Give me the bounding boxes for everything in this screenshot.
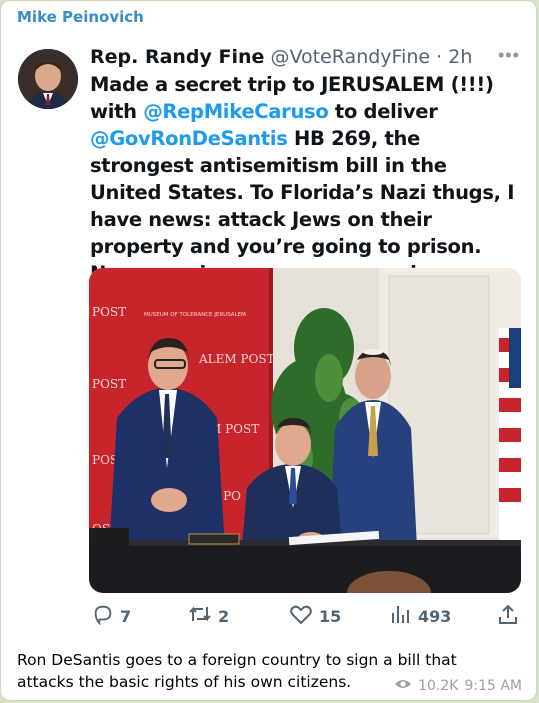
views-icon bbox=[390, 603, 412, 629]
reply-icon bbox=[92, 603, 114, 629]
message-bubble: Mike Peinovich Rep. Randy Fine @VoteRand… bbox=[0, 0, 537, 701]
more-icon[interactable]: ••• bbox=[498, 45, 520, 66]
tweet-text-part: to deliver bbox=[328, 100, 438, 123]
banner-text: POST bbox=[92, 305, 126, 319]
retweet-count: 2 bbox=[218, 606, 230, 626]
views-count: 493 bbox=[418, 606, 452, 626]
message-views: 10.2K bbox=[418, 678, 459, 694]
tweet-screenshot[interactable]: Rep. Randy Fine @VoteRandyFine · 2h ••• … bbox=[1, 31, 536, 641]
share-icon bbox=[497, 603, 519, 629]
tweet-time: 2h bbox=[448, 46, 473, 68]
tweet-text-part: HB 269, the strongest antisemitism bill … bbox=[90, 127, 515, 285]
like-button[interactable]: 15 bbox=[289, 603, 341, 629]
retweet-button[interactable]: 2 bbox=[188, 603, 229, 629]
author-name[interactable]: Rep. Randy Fine bbox=[90, 46, 264, 68]
message-meta: 10.2K 9:15 AM bbox=[394, 678, 522, 694]
views-button[interactable]: 493 bbox=[390, 603, 451, 629]
tweet-header: Rep. Randy Fine @VoteRandyFine · 2h bbox=[90, 46, 472, 68]
retweet-icon bbox=[188, 603, 212, 629]
share-button[interactable] bbox=[497, 603, 519, 629]
mention-link[interactable]: @GovRonDeSantis bbox=[90, 127, 288, 150]
message-time: 9:15 AM bbox=[464, 678, 522, 694]
avatar bbox=[18, 49, 78, 109]
tweet-text: Made a secret trip to JERUSALEM (!!!) wi… bbox=[90, 71, 520, 287]
author-handle[interactable]: @VoteRandyFine bbox=[270, 46, 430, 68]
svg-text:POST: POST bbox=[92, 377, 126, 391]
reply-button[interactable]: 7 bbox=[92, 603, 131, 629]
banner-museum-text: MUSEUM OF TOLERANCE JERUSALEM bbox=[144, 312, 246, 318]
tweet-actions: 7 2 15 493 bbox=[90, 603, 520, 629]
like-count: 15 bbox=[319, 606, 342, 626]
reply-count: 7 bbox=[120, 606, 132, 626]
eye-icon bbox=[394, 678, 412, 694]
like-icon bbox=[289, 603, 313, 629]
separator-dot: · bbox=[430, 46, 449, 68]
tweet-photo[interactable]: POST POST POST OST ALEM POST M POST M PO… bbox=[89, 268, 521, 593]
mention-link[interactable]: @RepMikeCaruso bbox=[143, 100, 329, 123]
banner-text: ALEM POST bbox=[198, 352, 275, 366]
channel-name[interactable]: Mike Peinovich bbox=[17, 8, 144, 26]
